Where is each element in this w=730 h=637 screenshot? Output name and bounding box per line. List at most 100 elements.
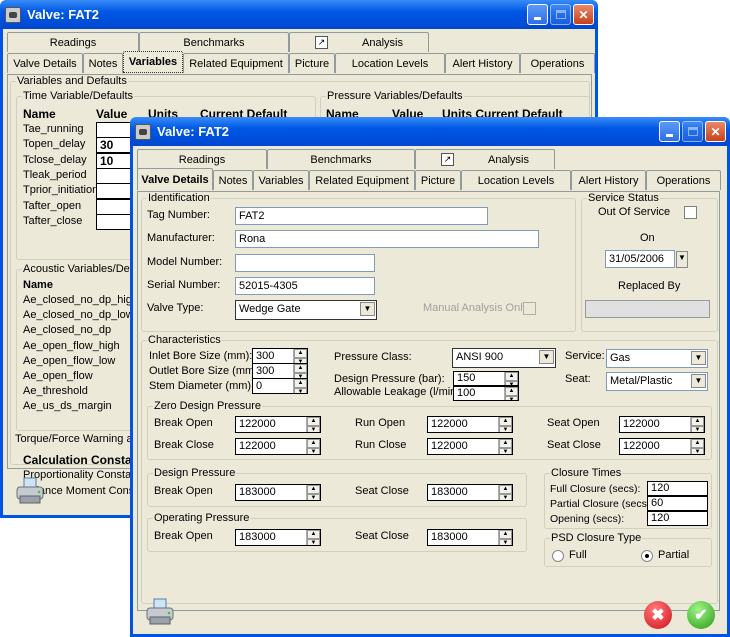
valve-type-select[interactable]: Wedge Gate ▼ [235, 300, 377, 320]
seat-select[interactable]: Metal/Plastic ▼ [606, 372, 708, 391]
spinner-icon[interactable]: ▲ ▼ [498, 530, 512, 545]
psd-partial-radio[interactable] [641, 550, 653, 562]
pressure-class-select[interactable]: ANSI 900 ▼ [452, 348, 556, 368]
tab-analysis[interactable]: ↗ Analysis [415, 149, 555, 169]
tab-related-equipment[interactable]: Related Equipment [183, 53, 289, 73]
partial-closure-label: Partial Closure (secs): [550, 498, 654, 510]
chevron-down-icon: ▼ [360, 302, 375, 316]
manual-analysis-checkbox[interactable] [523, 302, 536, 315]
design-pressure-input[interactable]: 150 ▲ ▼ [453, 371, 519, 386]
outlet-bore-input[interactable]: 300 ▲ ▼ [252, 363, 308, 379]
tab-location-levels[interactable]: Location Levels [461, 170, 571, 190]
allowable-leakage-label: Allowable Leakage (l/min): [334, 386, 464, 398]
close-button[interactable]: ✕ [573, 4, 594, 25]
back-window-title: Valve: FAT2 [27, 7, 100, 22]
pressure-field-input[interactable]: 122000 ▲ ▼ [235, 416, 321, 433]
spinner-icon[interactable]: ▲ ▼ [306, 417, 320, 432]
spinner-icon[interactable]: ▲ ▼ [504, 387, 518, 400]
pressure-field-input[interactable]: 122000 ▲ ▼ [235, 438, 321, 455]
tab-operations[interactable]: Operations [646, 170, 721, 190]
date-dropdown-button[interactable]: ▼ [676, 251, 688, 268]
printer-icon[interactable] [15, 477, 45, 505]
psd-partial-label: Partial [658, 549, 690, 561]
replaced-by-input[interactable] [585, 300, 710, 318]
tag-number-input[interactable]: FAT2 [235, 207, 488, 225]
tab-benchmarks[interactable]: Benchmarks [139, 32, 289, 52]
pressure-field-input[interactable]: 183000 ▲ ▼ [427, 484, 513, 501]
pressure-field-input[interactable]: 122000 ▲ ▼ [427, 438, 513, 455]
tab-valve-details[interactable]: Valve Details [137, 168, 213, 190]
spinner-icon[interactable]: ▲ ▼ [293, 379, 307, 393]
manufacturer-input[interactable]: Rona [235, 230, 539, 248]
spinner-icon[interactable]: ▲ ▼ [306, 485, 320, 500]
spinner-icon[interactable]: ▲ ▼ [293, 349, 307, 363]
acoustic-variable-name: Ae_closed_no_dp [23, 324, 112, 337]
pressure-field-label: Run Open [355, 417, 406, 429]
model-number-input[interactable] [235, 254, 375, 272]
spinner-icon[interactable]: ▲ ▼ [690, 439, 704, 454]
partial-closure-input[interactable]: 60 [647, 496, 708, 511]
tab-notes[interactable]: Notes [83, 53, 123, 73]
tab-notes[interactable]: Notes [213, 170, 253, 190]
pressure-field-input[interactable]: 183000 ▲ ▼ [427, 529, 513, 546]
back-window-titlebar[interactable]: Valve: FAT2 ✕ [0, 0, 598, 29]
on-date-picker[interactable]: 31/05/2006 [605, 250, 675, 268]
spinner-icon[interactable]: ▲ ▼ [690, 417, 704, 432]
front-window-titlebar[interactable]: Valve: FAT2 ✕ [130, 117, 730, 146]
psd-full-radio[interactable] [552, 550, 564, 562]
pressure-field-input[interactable]: 122000 ▲ ▼ [427, 416, 513, 433]
opening-input[interactable]: 120 [647, 511, 708, 526]
spinner-icon[interactable]: ▲ ▼ [293, 364, 307, 378]
tab-picture[interactable]: Picture [415, 170, 461, 190]
tab-location-levels[interactable]: Location Levels [335, 53, 445, 73]
tab-readings[interactable]: Readings [7, 32, 139, 52]
maximize-button[interactable] [682, 121, 703, 142]
tab-analysis[interactable]: ↗ Analysis [289, 32, 429, 52]
tab-valve-details[interactable]: Valve Details [7, 53, 83, 73]
full-closure-label: Full Closure (secs): [550, 483, 641, 495]
pressure-field-label: Break Open [154, 417, 213, 429]
pressure-field-input[interactable]: 122000 ▲ ▼ [619, 438, 705, 455]
pressure-field-input[interactable]: 183000 ▲ ▼ [235, 529, 321, 546]
col-name-header: Name [23, 107, 56, 121]
close-button[interactable]: ✕ [705, 121, 726, 142]
spinner-icon[interactable]: ▲ ▼ [498, 485, 512, 500]
serial-number-input[interactable]: 52015-4305 [235, 277, 375, 295]
spinner-icon[interactable]: ▲ ▼ [306, 530, 320, 545]
printer-icon[interactable] [145, 598, 175, 626]
allowable-leakage-input[interactable]: 100 ▲ ▼ [453, 386, 519, 401]
service-select[interactable]: Gas ▼ [606, 349, 708, 368]
stem-diameter-input[interactable]: 0 ▲ ▼ [252, 378, 308, 394]
tab-variables[interactable]: Variables [123, 51, 183, 73]
pressure-field-input[interactable]: 183000 ▲ ▼ [235, 484, 321, 501]
minimize-button[interactable] [659, 121, 680, 142]
torque-warning-label: Torque/Force Warning at [15, 433, 136, 445]
time-variable-name: Topen_delay [23, 138, 86, 151]
tab-benchmarks[interactable]: Benchmarks [267, 149, 415, 169]
tab-alert-history[interactable]: Alert History [571, 170, 646, 190]
close-icon: ✕ [578, 7, 589, 22]
tab-alert-history[interactable]: Alert History [445, 53, 520, 73]
acoustic-variable-name: Ae_closed_no_dp_low [23, 309, 134, 322]
minimize-button[interactable] [527, 4, 548, 25]
tab-picture[interactable]: Picture [289, 53, 335, 73]
acoustic-variable-name: Ae_open_flow_low [23, 354, 116, 367]
pressure-field-input[interactable]: 122000 ▲ ▼ [619, 416, 705, 433]
tab-variables[interactable]: Variables [253, 170, 309, 190]
maximize-button[interactable] [550, 4, 571, 25]
tab-operations[interactable]: Operations [520, 53, 595, 73]
tab-related-equipment[interactable]: Related Equipment [309, 170, 415, 190]
spinner-icon[interactable]: ▲ ▼ [504, 372, 518, 385]
out-of-service-checkbox[interactable] [684, 206, 697, 219]
ok-button[interactable]: ✔ [687, 601, 715, 629]
pressure-field-label: Seat Open [547, 417, 600, 429]
spinner-icon[interactable]: ▲ ▼ [498, 417, 512, 432]
full-closure-input[interactable]: 120 [647, 481, 708, 496]
pressure-field-label: Seat Close [355, 530, 409, 542]
cancel-button[interactable]: ✖ [644, 601, 672, 629]
spinner-icon[interactable]: ▲ ▼ [306, 439, 320, 454]
spinner-icon[interactable]: ▲ ▼ [498, 439, 512, 454]
tab-readings[interactable]: Readings [137, 149, 267, 169]
time-variable-name: Tafter_open [23, 199, 82, 212]
inlet-bore-input[interactable]: 300 ▲ ▼ [252, 348, 308, 364]
